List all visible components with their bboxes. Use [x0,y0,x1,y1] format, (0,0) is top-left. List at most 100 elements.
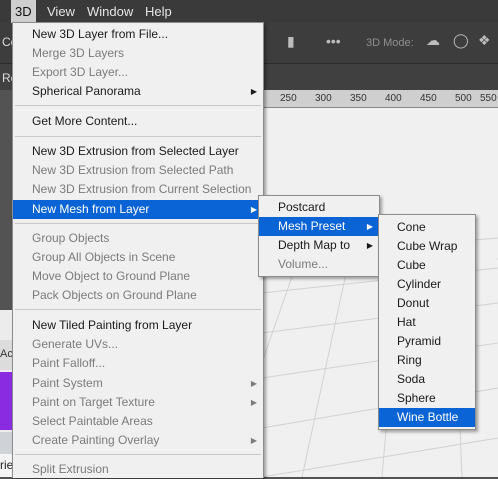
menu-item-label: Export 3D Layer... [32,65,129,79]
menu-item-label: Paint on Target Texture [32,395,155,409]
menu-item-paint-on-target-texture: Paint on Target Texture ▶ [13,393,263,412]
purple-thumbnail [0,372,12,430]
menu-item-split-extrusion: Split Extrusion [13,460,263,479]
menu-item-new-3d-layer-from-file[interactable]: New 3D Layer from File... [13,25,263,44]
preset-pyramid[interactable]: Pyramid [379,332,475,351]
menu-item-label: Mesh Preset [278,219,346,233]
submenu-item-volume: Volume... [259,255,379,274]
roll-3d-icon[interactable]: ◯ [453,32,469,49]
menu-item-label: New Tiled Painting from Layer [32,318,193,332]
menu-item-move-object-to-ground-plane: Move Object to Ground Plane [13,267,263,286]
submenu-item-postcard[interactable]: Postcard [259,198,379,217]
menu-item-paint-falloff: Paint Falloff... [13,354,263,373]
preset-cylinder[interactable]: Cylinder [379,275,475,294]
menu-item-label: Postcard [278,200,326,214]
menu-item-label: Depth Map to [278,238,351,252]
menu-item-new-tiled-painting[interactable]: New Tiled Painting from Layer [13,316,263,335]
menu-item-label: New 3D Extrusion from Selected Layer [32,144,239,158]
menu-item-group-objects: Group Objects [13,229,263,248]
menu-separator [15,105,261,106]
menu-item-label: Split Extrusion [32,462,109,476]
menu-separator [15,223,261,224]
menu-item-new-extrusion-from-selected-layer[interactable]: New 3D Extrusion from Selected Layer [13,142,263,161]
menu-3d[interactable]: 3D [11,0,36,23]
menu-item-select-paintable-areas: Select Paintable Areas [13,412,263,431]
panel-fragment-text: Ac [0,348,13,360]
menu-item-label: Create Painting Overlay [32,433,160,447]
menu-item-label: Move Object to Ground Plane [32,269,191,283]
menu-item-label: Select Paintable Areas [32,414,153,428]
menu-item-label: Get More Content... [32,114,138,128]
ruler-tick: 350 [350,93,367,104]
preset-donut[interactable]: Donut [379,294,475,313]
submenu-arrow-icon: ▶ [250,436,257,445]
menu-item-label: Paint Falloff... [32,356,106,370]
preset-ring[interactable]: Ring [379,351,475,370]
menu-item-label: New Mesh from Layer [32,202,150,216]
menu-view[interactable]: View [43,0,79,23]
menu-item-spherical-panorama[interactable]: Spherical Panorama ▶ [13,82,263,101]
submenu-arrow-icon: ▶ [366,241,373,250]
menu-item-label: Cube [397,258,426,272]
preset-cube[interactable]: Cube [379,256,475,275]
menu-item-label: Ring [397,353,422,367]
menu-item-label: New 3D Extrusion from Current Selection [32,182,252,196]
menu-item-new-extrusion-from-current-selection: New 3D Extrusion from Current Selection [13,180,263,199]
menu-item-get-more-content[interactable]: Get More Content... [13,112,263,131]
menu-item-label: Volume... [278,257,329,271]
mesh-preset-submenu: Cone Cube Wrap Cube Cylinder Donut Hat P… [378,214,476,430]
menu-item-label: Generate UVs... [32,337,119,351]
3d-mode-label: 3D Mode: [366,37,414,49]
menu-item-pack-objects-on-ground-plane: Pack Objects on Ground Plane [13,286,263,305]
menu-item-new-mesh-from-layer[interactable]: New Mesh from Layer ▶ [13,200,263,219]
menu-item-label: New 3D Layer from File... [32,27,169,41]
submenu-arrow-icon: ▶ [250,379,257,388]
ruler-tick: 450 [420,93,437,104]
menu-bar: 3D View Window Help [0,0,498,23]
menu-item-label: Wine Bottle [397,410,459,424]
thumbnail-strip [0,432,12,454]
menu-item-label: Group All Objects in Scene [32,250,176,264]
menu-item-label: Cube Wrap [397,239,458,253]
preset-soda[interactable]: Soda [379,370,475,389]
submenu-arrow-icon: ▶ [366,222,373,231]
horizontal-ruler[interactable]: 250 300 350 400 450 500 550 [262,90,498,108]
ruler-tick: 400 [385,93,402,104]
menu-window[interactable]: Window [83,0,137,23]
panel-text-row: rie [0,454,13,477]
align-divider-icon[interactable]: ▮ [287,33,295,50]
submenu-arrow-icon: ▶ [250,87,257,96]
menu-help[interactable]: Help [141,0,176,23]
preset-cone[interactable]: Cone [379,218,475,237]
menu-separator [15,309,261,310]
menu-item-label: New 3D Extrusion from Selected Path [32,163,234,177]
submenu-arrow-icon: ▶ [250,205,257,214]
menu-item-export-3d-layer: Export 3D Layer... [13,63,263,82]
preset-wine-bottle[interactable]: Wine Bottle [379,408,475,427]
menu-item-label: Pack Objects on Ground Plane [32,288,197,302]
ruler-tick: 550 [480,93,497,104]
layers-panel-fragment: Ac rie [0,310,13,477]
menu-item-label: Donut [397,296,430,310]
pan-3d-icon[interactable]: ❖ [478,32,491,49]
menu-item-generate-uvs: Generate UVs... [13,335,263,354]
more-options-icon[interactable]: ••• [326,33,341,49]
menu-separator [15,454,261,455]
preset-cube-wrap[interactable]: Cube Wrap [379,237,475,256]
submenu-item-depth-map-to[interactable]: Depth Map to ▶ [259,236,379,255]
ruler-tick: 500 [455,93,472,104]
submenu-arrow-icon: ▶ [250,398,257,407]
preset-sphere[interactable]: Sphere [379,389,475,408]
menu-item-group-all-objects: Group All Objects in Scene [13,248,263,267]
menu-item-label: Merge 3D Layers [32,46,125,60]
3d-menu: New 3D Layer from File... Merge 3D Layer… [12,22,264,478]
menu-item-label: Spherical Panorama [32,84,141,98]
menu-item-label: Cylinder [397,277,442,291]
menu-separator [15,136,261,137]
menu-item-paint-system: Paint System ▶ [13,374,263,393]
menu-item-label: Soda [397,372,426,386]
preset-hat[interactable]: Hat [379,313,475,332]
menu-item-label: Group Objects [32,231,110,245]
submenu-item-mesh-preset[interactable]: Mesh Preset ▶ [259,217,379,236]
orbit-3d-icon[interactable]: ☁ [426,32,440,49]
